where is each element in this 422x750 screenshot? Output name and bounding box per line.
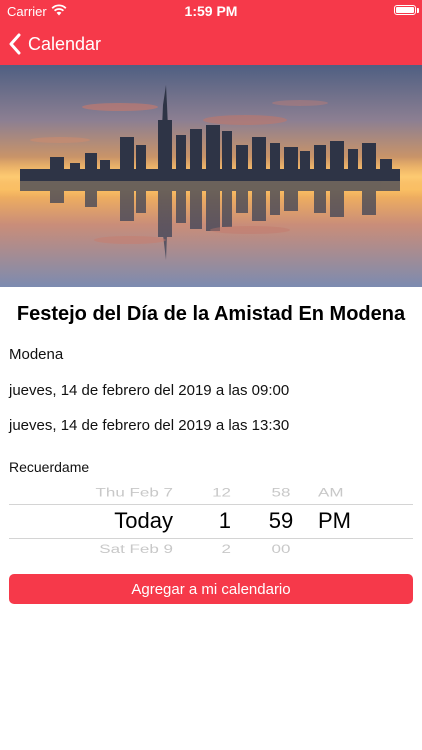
chevron-left-icon: [9, 33, 21, 55]
event-title: Festejo del Día de la Amistad En Modena: [16, 303, 406, 325]
event-start-datetime: jueves, 14 de febrero del 2019 a las 09:…: [9, 382, 290, 399]
picker-hour-selected[interactable]: 1: [219, 508, 231, 534]
reminder-label: Recuerdame: [9, 459, 90, 475]
battery-tip: [417, 8, 419, 13]
status-bar: Carrier 1:59 PM: [0, 0, 422, 22]
clock: 1:59 PM: [184, 3, 238, 19]
battery-icon: [394, 5, 416, 15]
event-end-datetime: jueves, 14 de febrero del 2019 a las 13:…: [9, 417, 290, 434]
picker-minute-option[interactable]: 00: [261, 542, 301, 556]
back-button[interactable]: Calendar: [8, 30, 101, 58]
city-skyline-illustration: [0, 85, 422, 260]
picker-date-selected[interactable]: Today: [114, 508, 173, 534]
add-to-calendar-button[interactable]: Agregar a mi calendario: [9, 574, 413, 604]
picker-hour-column[interactable]: 12 1 2: [199, 482, 231, 562]
picker-date-column[interactable]: Thu Feb 7 Today Sat Feb 9: [9, 482, 174, 562]
back-button-label: Calendar: [28, 33, 102, 54]
picker-date-option[interactable]: Sat Feb 9: [99, 542, 173, 556]
picker-hour-option[interactable]: 12: [212, 486, 231, 500]
reminder-date-picker[interactable]: Thu Feb 7 Today Sat Feb 9 12 1 2 58 59 0…: [9, 482, 413, 562]
picker-minute-option[interactable]: 58: [261, 486, 301, 500]
picker-date-option[interactable]: Thu Feb 7: [96, 486, 174, 500]
picker-ampm-selected[interactable]: PM: [318, 508, 351, 534]
event-image: [0, 65, 422, 287]
picker-ampm-column[interactable]: AM PM: [318, 482, 368, 562]
picker-minute-column[interactable]: 58 59 00: [261, 482, 301, 562]
picker-minute-selected[interactable]: 59: [261, 508, 301, 534]
picker-hour-option[interactable]: 2: [222, 542, 231, 556]
event-location: Modena: [9, 346, 64, 363]
navigation-header: Carrier 1:59 PM Calendar: [0, 0, 422, 65]
picker-ampm-option[interactable]: AM: [318, 486, 344, 500]
